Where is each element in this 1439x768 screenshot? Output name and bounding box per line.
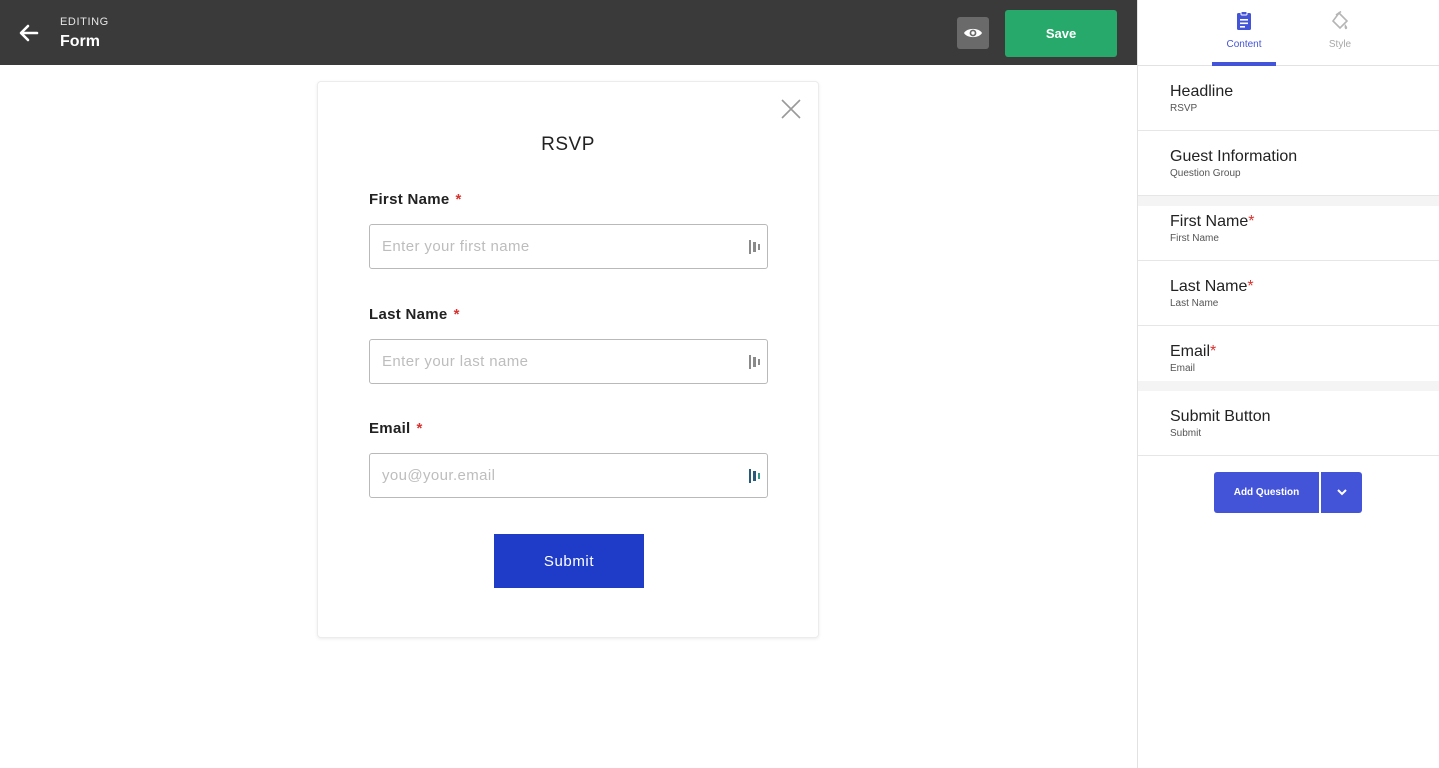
panel-item-subtitle: RSVP (1170, 103, 1198, 114)
panel-item-title: First Name* (1170, 213, 1255, 230)
panel-item-last-name[interactable]: Last Name* Last Name (1138, 261, 1439, 326)
editor-topbar: EDITING Form Save (0, 0, 1137, 65)
editor-canvas: RSVP First Name* Last Name* Email* Submi… (0, 65, 1137, 768)
last-name-field[interactable] (369, 339, 768, 384)
panel-item-title: Guest Information (1170, 148, 1298, 165)
eye-icon (964, 28, 982, 38)
panel-item-subtitle: Last Name (1170, 298, 1219, 309)
tab-content-label: Content (1226, 39, 1262, 50)
clipboard-icon (1237, 11, 1251, 30)
preview-button[interactable] (957, 17, 989, 49)
form-card: RSVP First Name* Last Name* Email* Submi… (317, 81, 819, 638)
panel-tabs: Content Style (1138, 0, 1439, 66)
email-label: Email * (369, 420, 423, 437)
panel-item-subtitle: First Name (1170, 233, 1219, 244)
first-name-input[interactable] (370, 225, 767, 268)
first-name-field[interactable] (369, 224, 768, 269)
content-panel: Content Style Headline RSVP Guest Inform… (1137, 0, 1439, 768)
panel-item-title: Last Name* (1170, 278, 1254, 295)
panel-item-title: Email* (1170, 343, 1217, 360)
chevron-down-icon (1336, 489, 1347, 496)
editing-label: EDITING (60, 16, 109, 28)
panel-item-submit-button[interactable]: Submit Button Submit (1138, 391, 1439, 456)
last-name-label: Last Name * (369, 306, 460, 323)
paint-bucket-icon (1331, 11, 1349, 30)
panel-item-email[interactable]: Email* Email (1138, 326, 1439, 391)
panel-item-guest-information[interactable]: Guest Information Question Group (1138, 131, 1439, 196)
required-asterisk: * (455, 191, 462, 208)
back-arrow-icon[interactable] (17, 21, 41, 45)
panel-item-headline[interactable]: Headline RSVP (1138, 66, 1439, 131)
form-headline: RSVP (541, 134, 595, 155)
first-name-label: First Name * (369, 191, 462, 208)
tab-content[interactable]: Content (1212, 0, 1276, 66)
panel-item-subtitle: Question Group (1170, 168, 1241, 179)
panel-item-subtitle: Submit (1170, 428, 1202, 439)
document-title: Form (60, 33, 100, 50)
panel-item-title: Headline (1170, 83, 1234, 100)
email-input[interactable] (370, 454, 767, 497)
password-manager-icon[interactable] (749, 355, 761, 369)
submit-button[interactable]: Submit (494, 534, 644, 588)
panel-item-subtitle: Email (1170, 363, 1196, 374)
tab-style-label: Style (1328, 39, 1352, 50)
password-manager-icon[interactable] (749, 469, 761, 483)
add-question-dropdown[interactable] (1321, 472, 1362, 513)
save-button[interactable]: Save (1005, 10, 1117, 57)
close-icon[interactable] (780, 98, 802, 120)
panel-item-title: Submit Button (1170, 408, 1271, 425)
tab-style[interactable]: Style (1308, 0, 1372, 66)
password-manager-icon[interactable] (749, 240, 761, 254)
last-name-input[interactable] (370, 340, 767, 383)
required-asterisk: * (453, 306, 460, 323)
required-asterisk: * (416, 420, 423, 437)
add-question-button[interactable]: Add Question (1214, 472, 1319, 513)
panel-item-first-name[interactable]: First Name* First Name (1138, 196, 1439, 261)
email-field[interactable] (369, 453, 768, 498)
